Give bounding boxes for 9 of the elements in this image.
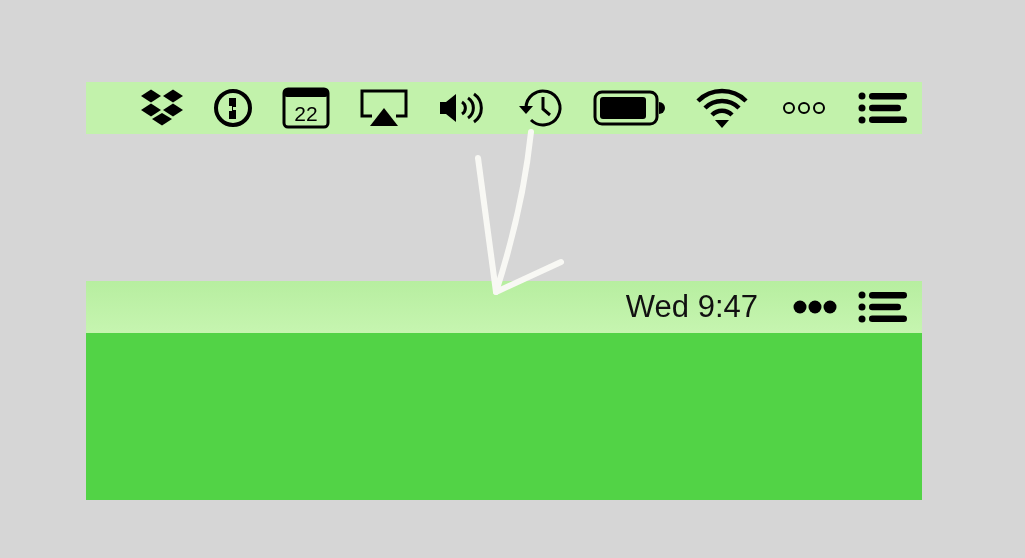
calendar-icon[interactable]: 22 xyxy=(282,87,331,129)
list-icon[interactable] xyxy=(858,291,908,323)
calendar-day: 22 xyxy=(294,102,318,125)
battery-icon[interactable] xyxy=(592,90,665,126)
airplay-icon[interactable] xyxy=(359,88,410,128)
dropbox-icon[interactable] xyxy=(140,88,184,128)
menu-bar-clock[interactable]: Wed 9:47 xyxy=(625,289,758,325)
keyhole-icon[interactable] xyxy=(213,88,254,128)
list-icon[interactable] xyxy=(858,92,908,124)
